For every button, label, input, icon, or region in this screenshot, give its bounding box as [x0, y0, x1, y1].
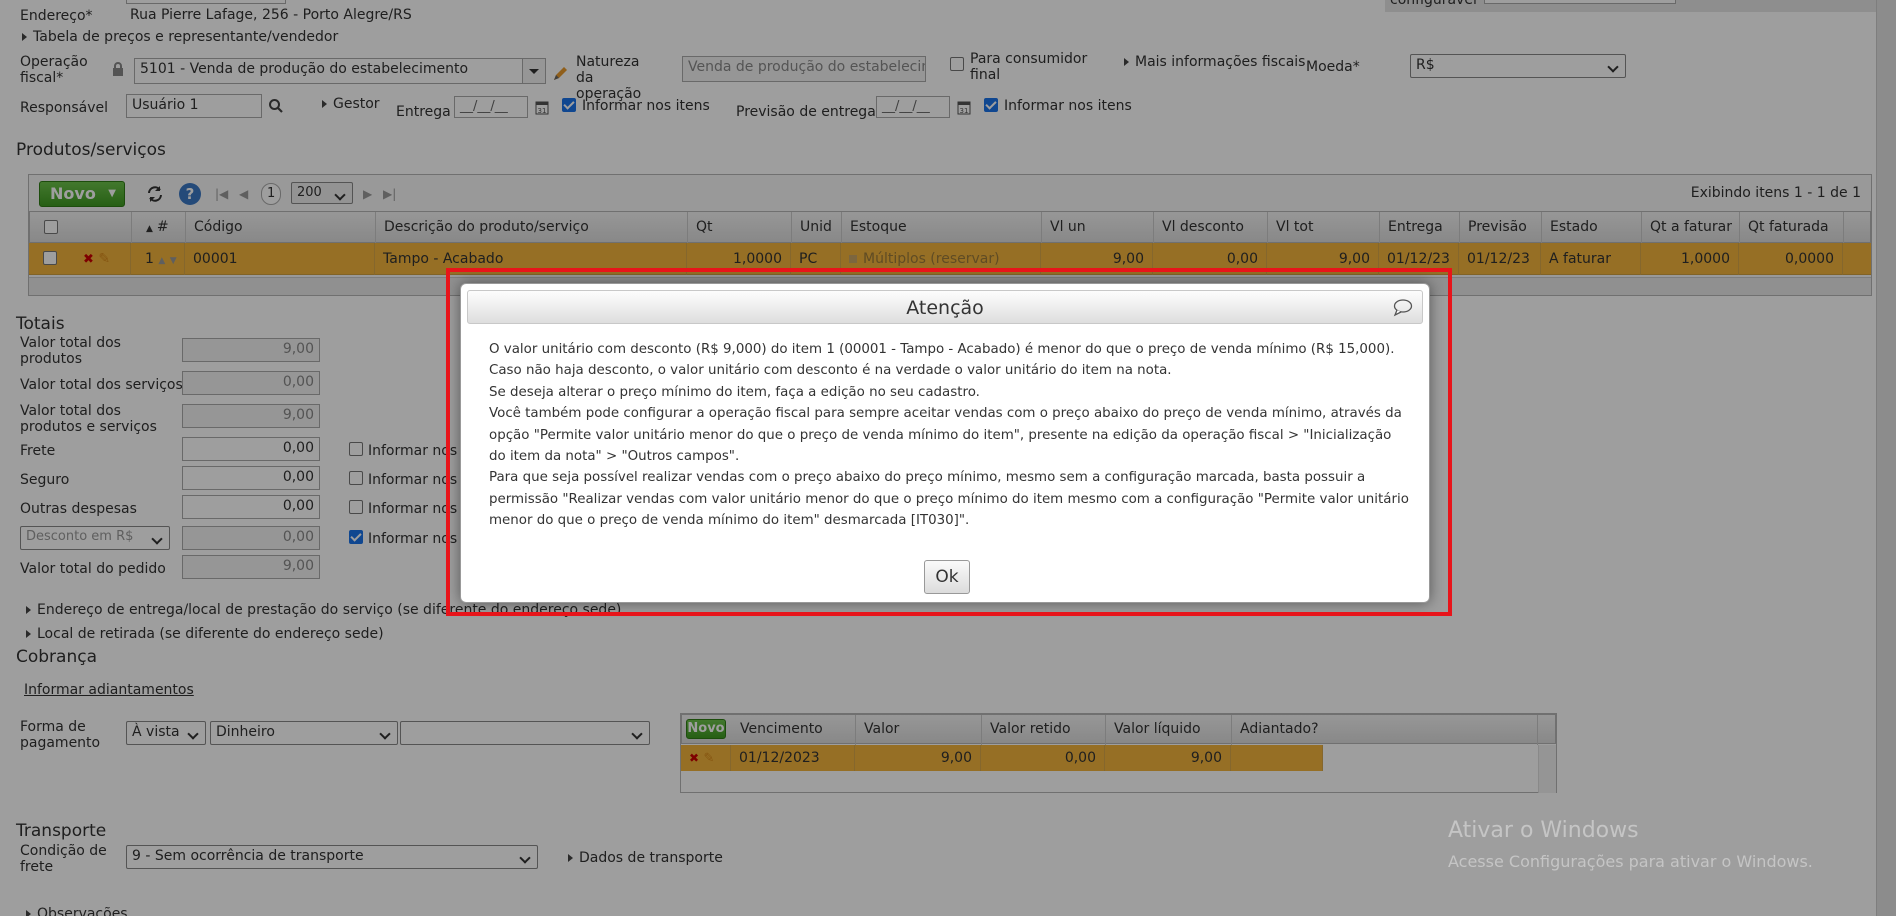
windows-watermark-subtitle: Acesse Configurações para ativar o Windo… — [1448, 852, 1813, 871]
windows-watermark-title: Ativar o Windows — [1448, 818, 1639, 843]
highlight-box — [446, 268, 1452, 616]
